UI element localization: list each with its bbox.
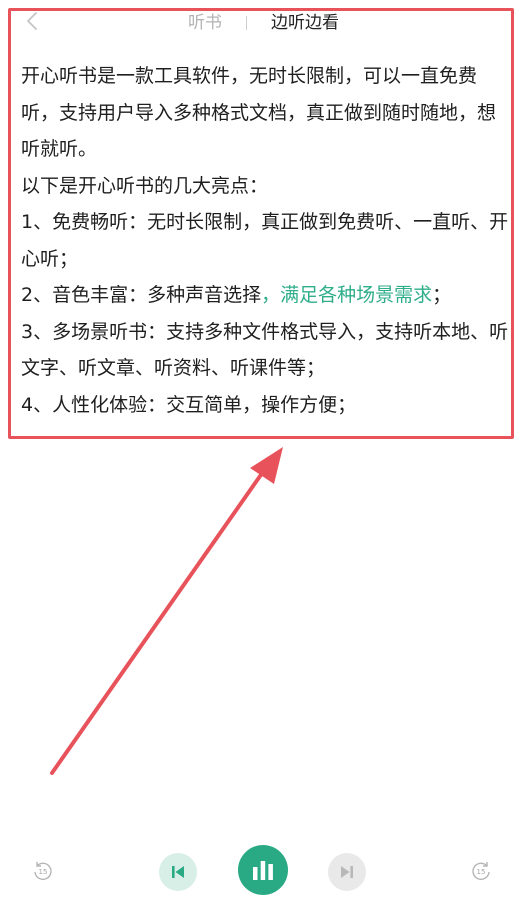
previous-chapter-button[interactable] [159,853,197,891]
reading-highlight: ，满足各种场景需求 [261,284,433,306]
article-paragraph: 开心听书是一款工具软件，无时长限制，可以一直免费听，支持用户导入多种格式文档，真… [21,65,497,160]
play-pause-button[interactable] [238,845,288,895]
next-icon [341,866,353,878]
chevron-left-icon [27,12,37,30]
article-paragraph: 以下是开心听书的几大亮点： [21,174,269,197]
article-content: 开心听书是一款工具软件，无时长限制，可以一直免费听，支持用户导入多种格式文档，真… [21,58,509,423]
reader-header: 听书 边听边看 [0,0,525,44]
player-controls: 15 15 [0,840,525,900]
back-button[interactable] [20,8,44,34]
reader-tabs: 听书 边听边看 [178,10,349,36]
forward-seconds-label: 15 [476,868,486,876]
play-bars-icon [253,861,273,880]
article-text: 2、音色丰富：多种声音选择 [21,284,262,306]
rewind-15-button[interactable]: 15 [30,859,56,885]
article-paragraph: 1、免费畅听：无时长限制，真正做到免费听、一直听、开心听； [21,211,509,270]
article-paragraph-highlighted: 2、音色丰富：多种声音选择，满足各种场景需求； [21,277,509,314]
article-paragraph: 4、人性化体验：交互简单，操作方便； [21,393,357,416]
tab-listen-and-read[interactable]: 边听边看 [261,10,349,36]
article-text: ； [432,284,452,306]
rewind-seconds-label: 15 [38,868,48,876]
next-chapter-button[interactable] [328,853,366,891]
tab-listen[interactable]: 听书 [178,10,232,36]
article-paragraph: 3、多场景听书：支持多种文件格式导入，支持听本地、听文字、听文章、听资料、听课件… [21,320,509,380]
forward-15-button[interactable]: 15 [468,859,494,885]
tab-divider [246,16,247,30]
previous-icon [172,866,184,878]
